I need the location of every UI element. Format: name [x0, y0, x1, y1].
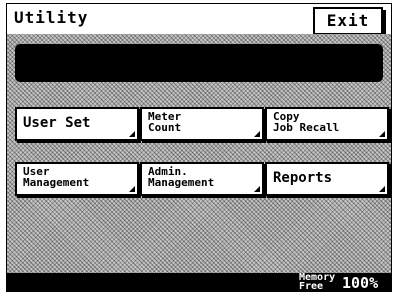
utility-screen: Utility Exit User Set Meter Count Copy J… — [6, 3, 392, 292]
copy-job-recall-button[interactable]: Copy Job Recall — [265, 107, 389, 141]
status-bar: Memory Free 100% — [7, 272, 391, 292]
corner-triangle-icon — [254, 186, 260, 192]
corner-triangle-icon — [379, 131, 385, 137]
admin-management-button[interactable]: Admin. Management — [140, 162, 264, 196]
meter-count-label: Meter Count — [148, 110, 182, 134]
screen-title: Utility — [14, 8, 89, 27]
meter-count-button[interactable]: Meter Count — [140, 107, 264, 141]
copy-job-recall-label: Copy Job Recall — [273, 110, 340, 134]
admin-management-label: Admin. Management — [148, 165, 215, 189]
user-management-button[interactable]: User Management — [15, 162, 139, 196]
corner-triangle-icon — [254, 131, 260, 137]
user-set-button[interactable]: User Set — [15, 107, 139, 141]
memory-free-value: 100% — [342, 274, 379, 292]
reports-button[interactable]: Reports — [265, 162, 389, 196]
corner-triangle-icon — [129, 186, 135, 192]
message-area — [15, 44, 383, 82]
corner-triangle-icon — [129, 131, 135, 137]
memory-free-label: Memory Free — [299, 272, 336, 292]
user-set-label: User Set — [23, 115, 91, 131]
corner-triangle-icon — [379, 186, 385, 192]
reports-label: Reports — [273, 170, 333, 186]
title-bar: Utility Exit — [7, 4, 391, 35]
exit-button[interactable]: Exit — [313, 7, 383, 35]
user-management-label: User Management — [23, 165, 90, 189]
